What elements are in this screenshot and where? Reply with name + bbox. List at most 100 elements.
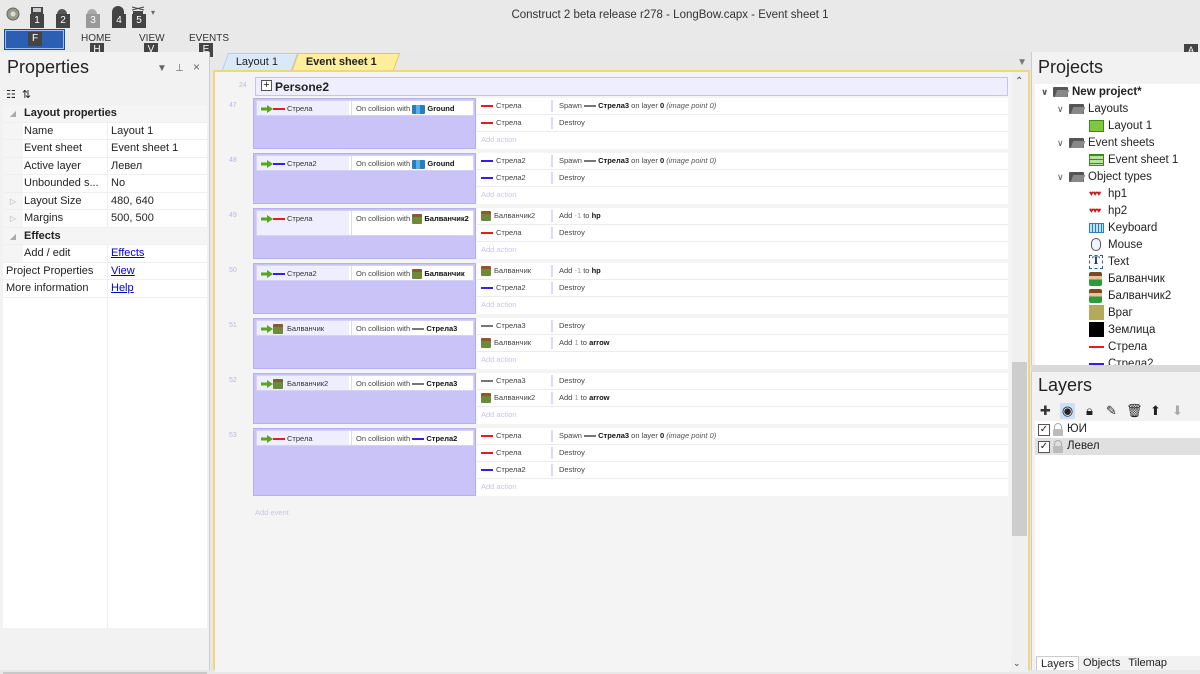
property-value[interactable]: Левел [108,158,207,175]
add-layer-icon[interactable]: ✚ [1038,403,1053,419]
action-row[interactable]: Стрела Destroy [477,115,1008,132]
tree-node-event-sheet-1[interactable]: Event sheet 1 [1089,152,1178,169]
file-tab[interactable]: F [4,29,65,50]
action-row[interactable]: Стрела2 Destroy [477,462,1008,479]
category-effects[interactable]: ◢ Effects [3,227,207,245]
unlock-icon[interactable] [1053,440,1063,453]
add-action-link[interactable]: Add action [477,407,1008,424]
sort-alphabetical-icon[interactable]: ⇅ [22,88,31,104]
layer-row[interactable]: ✓ ЮИ [1035,421,1200,438]
property-row[interactable]: More information Help [3,280,207,298]
chevron-down-icon[interactable]: ∨ [1057,135,1069,151]
add-action-link[interactable]: Add action [477,479,1008,496]
property-value[interactable]: 480, 640 [108,193,207,210]
action-row[interactable]: Стрела Spawn Стрела3 on layer 0 (image p… [477,98,1008,115]
tab-events[interactable]: EVENTS E [189,33,229,57]
action-row[interactable]: Балванчик Add -1 to hp [477,263,1008,280]
condition-block[interactable]: Балванчик On collision with Стрела3 [253,318,476,369]
tree-node-object[interactable]: T Text [1089,254,1129,271]
tree-node-object[interactable]: ♥♥♥ hp2 [1089,203,1127,220]
visibility-checkbox[interactable]: ✓ [1038,423,1050,436]
tree-node-object-types[interactable]: ∨ Object types [1057,169,1152,186]
tree-node-object[interactable]: Землица [1089,322,1155,339]
customize-quick-access-icon[interactable]: ▾ [151,8,155,17]
tab-layout-1[interactable]: Layout 1 [221,53,299,70]
condition-block[interactable]: Стрела2 On collision with Ground [253,153,476,204]
tree-node-object[interactable]: Враг [1089,305,1133,322]
tab-tilemap[interactable]: Tilemap [1124,656,1171,670]
action-row[interactable]: Балванчик2 Add 1 to arrow [477,390,1008,407]
chevron-down-icon[interactable]: ∨ [1057,101,1069,117]
event-block[interactable]: Стрела2 On collision with Ground Стрела2… [253,153,1008,206]
vertical-scrollbar[interactable]: ⌃ [1011,72,1028,672]
property-row[interactable]: Project Properties View [3,262,207,280]
view-link[interactable]: View [108,263,207,280]
chevron-down-icon[interactable]: ∨ [1041,84,1053,100]
lock-icon[interactable]: 🔒︎ [1082,403,1097,419]
category-layout-properties[interactable]: ◢ Layout properties [3,105,207,123]
tab-list-icon[interactable]: ▼ [1017,57,1027,68]
tab-home[interactable]: HOME H [81,33,111,57]
effects-link[interactable]: Effects [108,245,207,262]
tree-node-object[interactable]: ♥♥♥ hp1 [1089,186,1127,203]
app-menu-button[interactable] [5,6,21,28]
action-row[interactable]: Стрела Destroy [477,445,1008,462]
event-block[interactable]: Балванчик On collision with Стрела3 Стре… [253,318,1008,371]
close-icon[interactable]: × [193,60,200,74]
tree-node-object[interactable]: Балванчик [1089,271,1165,288]
panel-splitter[interactable] [1031,365,1200,372]
property-value[interactable]: 500, 500 [108,210,207,227]
action-row[interactable]: Стрела2 Destroy [477,170,1008,187]
pencil-icon[interactable]: ✎ [1104,403,1119,419]
pin-icon[interactable]: ⊥ [175,63,184,74]
help-link[interactable]: Help [108,280,207,297]
tree-node-project[interactable]: ∨ New project* [1041,84,1142,101]
action-row[interactable]: Балванчик2 Add -1 to hp [477,208,1008,225]
event-block[interactable]: Стрела On collision with Стрела2 Стрела … [253,428,1008,498]
event-block[interactable]: Стрела2 On collision with Балванчик Балв… [253,263,1008,316]
panel-menu-icon[interactable]: ▼ [157,63,167,74]
property-value[interactable]: No [108,175,207,192]
action-row[interactable]: Балванчик Add 1 to arrow [477,335,1008,352]
property-row[interactable]: ▷ Margins 500, 500 [3,210,207,228]
eye-icon[interactable]: ◉ [1060,403,1075,419]
action-row[interactable]: Стрела3 Destroy [477,373,1008,390]
trash-icon[interactable]: 🗑︎ [1126,403,1143,419]
categorized-icon[interactable]: ☷ [6,88,16,104]
property-row[interactable]: Name Layout 1 [3,122,207,140]
condition-row[interactable]: Стрела On collision with Стрела2 [256,430,474,446]
visibility-checkbox[interactable]: ✓ [1038,440,1050,453]
property-row[interactable]: Unbounded s... No [3,175,207,193]
event-block[interactable]: Стрела On collision with Ground Стрела S… [253,98,1008,151]
action-row[interactable]: Стрела3 Destroy [477,318,1008,335]
chevron-down-icon[interactable]: ∨ [1057,169,1069,185]
tree-node-event-sheets[interactable]: ∨ Event sheets [1057,135,1154,152]
condition-row[interactable]: Балванчик On collision with Стрела3 [256,320,474,336]
condition-block[interactable]: Стрела2 On collision with Балванчик [253,263,476,314]
property-row[interactable]: Event sheet Event sheet 1 [3,140,207,158]
condition-row[interactable]: Балванчик2 On collision with Стрела3 [256,375,474,391]
property-row[interactable]: Active layer Левел [3,157,207,175]
expand-icon[interactable]: ▷ [3,192,23,209]
property-row[interactable]: Add / edit Effects [3,245,207,263]
condition-row[interactable]: Стрела On collision with Ground [256,100,474,116]
tree-node-object[interactable]: Mouse [1089,237,1143,254]
layer-row[interactable]: ✓ Левел [1035,438,1200,455]
tab-event-sheet-1[interactable]: Event sheet 1 × [291,53,401,84]
scrollbar-thumb[interactable] [1012,362,1027,536]
arrow-up-icon[interactable]: ⬆ [1148,403,1163,419]
tree-node-object[interactable]: Keyboard [1089,220,1157,237]
property-value[interactable]: Layout 1 [108,123,207,140]
add-action-link[interactable]: Add action [477,187,1008,204]
action-row[interactable]: Стрела Destroy [477,225,1008,242]
condition-row[interactable]: Стрела2 On collision with Ground [256,155,474,171]
add-action-link[interactable]: Add action [477,132,1008,149]
collapse-icon[interactable]: ◢ [3,227,23,244]
condition-block[interactable]: Балванчик2 On collision with Стрела3 [253,373,476,424]
condition-block[interactable]: Стрела On collision with Ground [253,98,476,149]
tree-node-layout-1[interactable]: Layout 1 [1089,118,1152,135]
condition-row[interactable]: Стрела2 On collision with Балванчик [256,265,474,281]
collapse-icon[interactable]: ◢ [3,105,23,122]
tree-node-layouts[interactable]: ∨ Layouts [1057,101,1128,118]
expand-group-icon[interactable]: + [261,80,272,91]
